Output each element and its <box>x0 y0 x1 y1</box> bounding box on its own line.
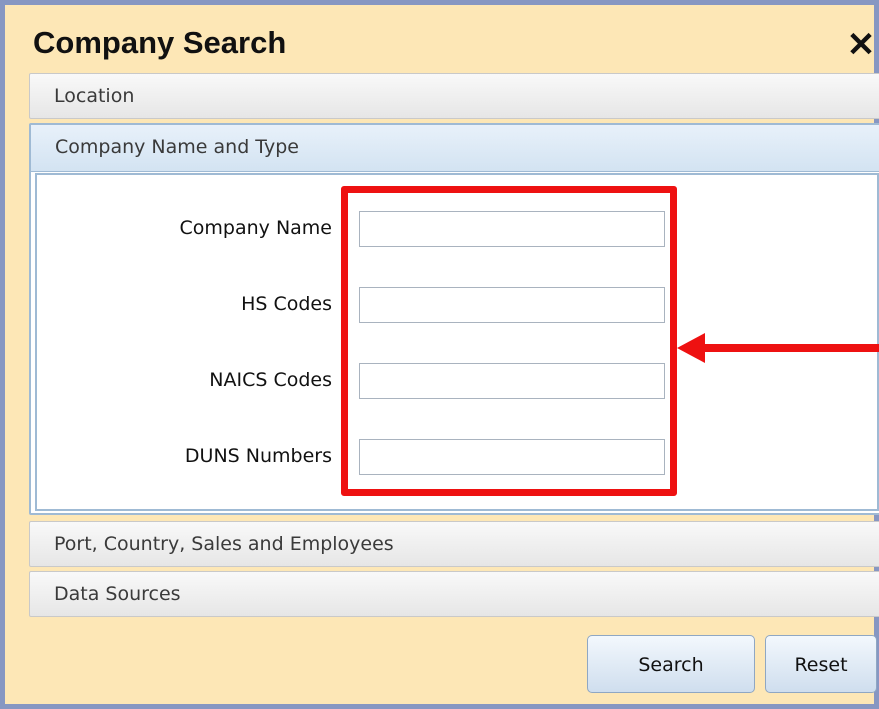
search-button[interactable]: Search <box>587 635 755 693</box>
duns-numbers-input[interactable] <box>359 439 665 475</box>
section-port-label: Port, Country, Sales and Employees <box>54 533 394 555</box>
company-search-dialog: Company Search ✕ Location Company Name a… <box>0 0 879 709</box>
section-port-country-sales-employees[interactable]: Port, Country, Sales and Employees <box>29 521 879 567</box>
annotation-arrow-line <box>701 344 879 352</box>
section-data-sources-label: Data Sources <box>54 583 181 605</box>
section-location-label: Location <box>54 85 135 107</box>
naics-codes-label: NAICS Codes <box>209 369 332 391</box>
section-company-label: Company Name and Type <box>55 136 299 158</box>
section-company-header[interactable]: Company Name and Type <box>31 125 879 172</box>
duns-numbers-label: DUNS Numbers <box>184 445 332 467</box>
naics-codes-input[interactable] <box>359 363 665 399</box>
close-icon[interactable]: ✕ <box>845 27 877 63</box>
company-name-label: Company Name <box>179 217 332 239</box>
section-location[interactable]: Location <box>29 73 879 119</box>
hs-codes-label: HS Codes <box>241 293 332 315</box>
dialog-title: Company Search <box>33 25 287 60</box>
hs-codes-input[interactable] <box>359 287 665 323</box>
company-name-input[interactable] <box>359 211 665 247</box>
reset-button[interactable]: Reset <box>765 635 877 693</box>
section-data-sources[interactable]: Data Sources <box>29 571 879 617</box>
